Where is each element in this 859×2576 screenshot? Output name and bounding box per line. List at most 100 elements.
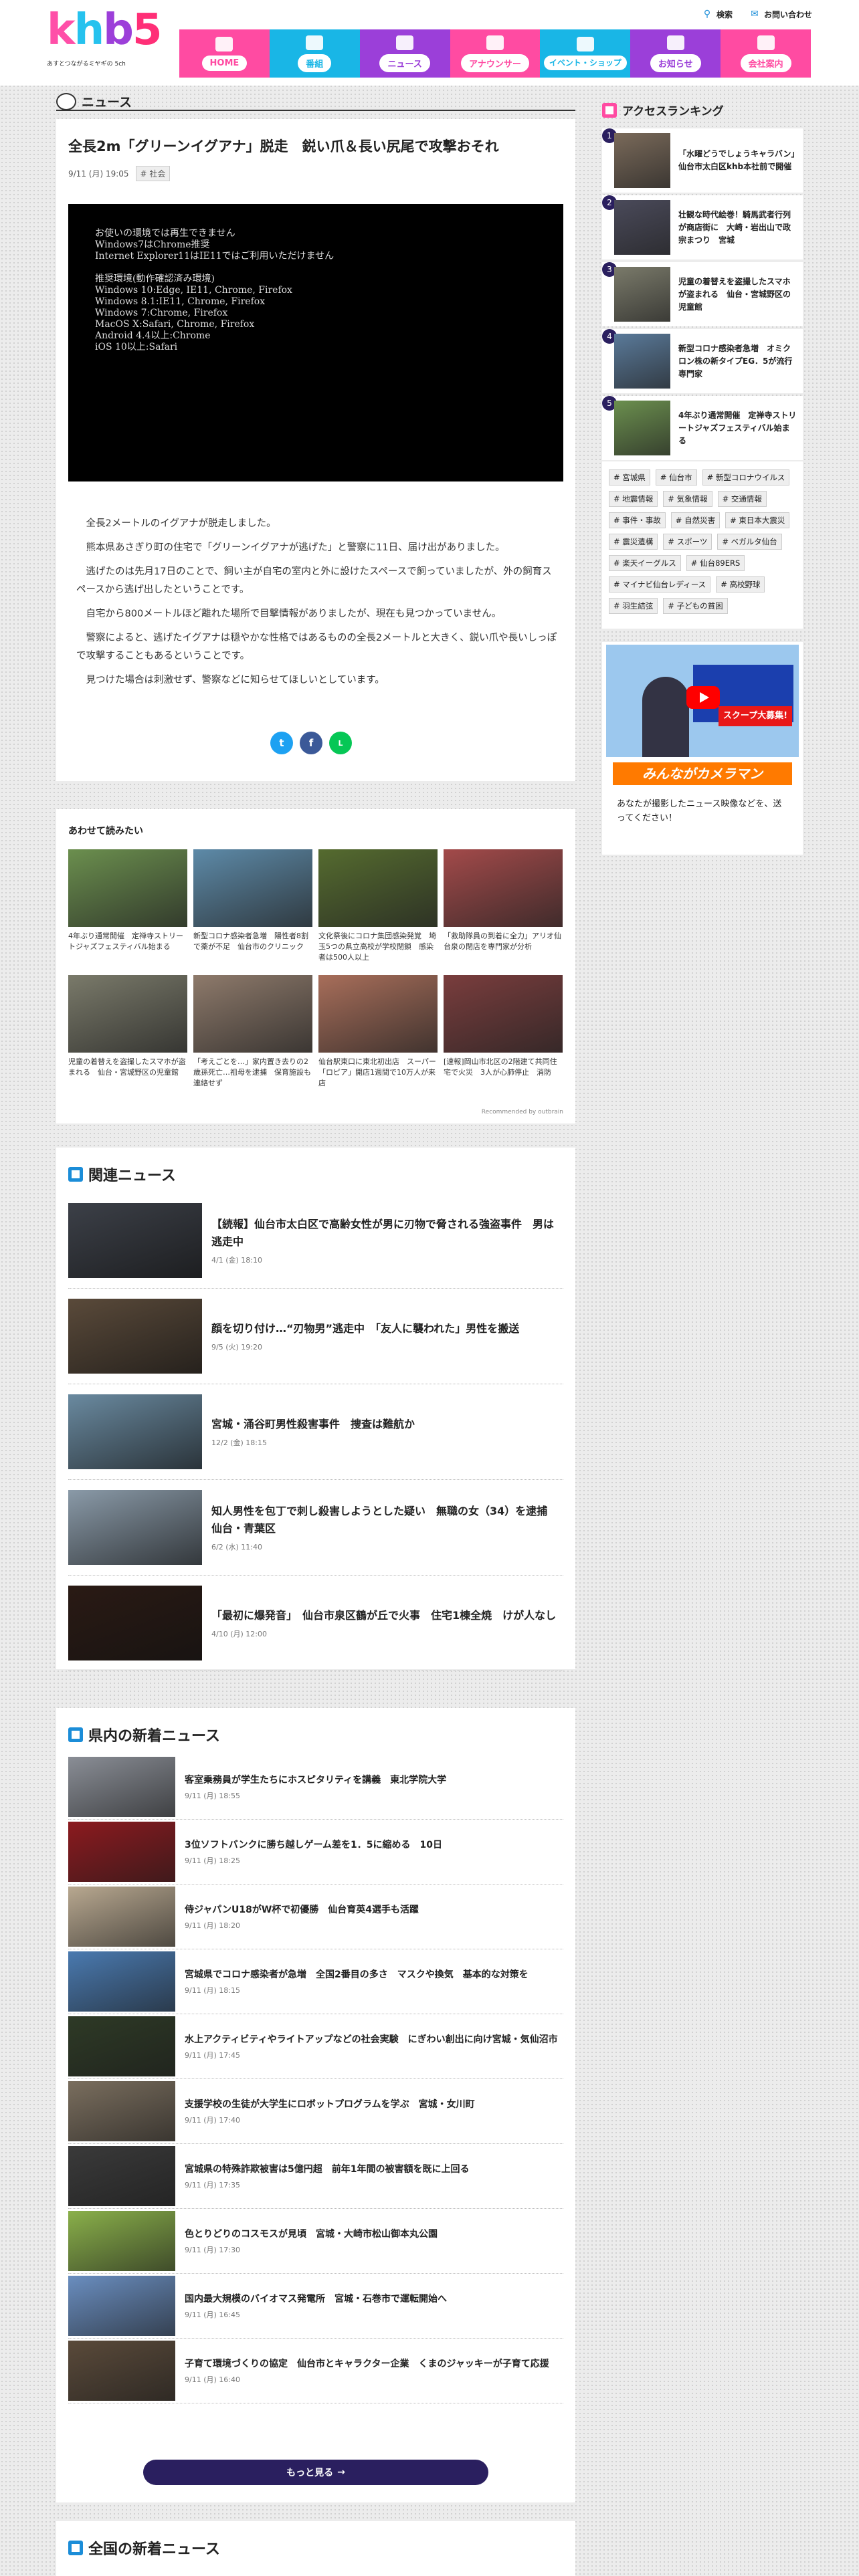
tag-chip[interactable]: # 気象情報 (663, 491, 712, 507)
related-row[interactable]: 知人男性を包丁で刺し殺害しようとした疑い 無職の女（34）を逮捕 仙台・青葉区 6… (68, 1480, 563, 1576)
recommend-item[interactable]: 「救助隊員の到着に全力」アリオ仙台泉の閉店を専門家が分析 (444, 849, 563, 964)
related-thumbnail[interactable] (68, 1299, 202, 1374)
related-headline[interactable]: 「最初に爆発音」 仙台市泉区鶴が丘で火事 住宅1棟全焼 けが人なし (211, 1607, 556, 1624)
local-row[interactable]: 3位ソフトバンクに勝ち越しゲーム差を1．5に縮める 10日 9/11 (月) 18… (68, 1820, 563, 1885)
recommend-caption[interactable]: 新型コロナ感染者急増 陽性者8割で薬が不足 仙台市のクリニック (193, 931, 312, 964)
local-row[interactable]: 支援学校の生徒が大学生にロボットプログラムを学ぶ 宮城・女川町 9/11 (月) … (68, 2079, 563, 2144)
recommend-item[interactable]: 児童の着替えを盗撮したスマホが盗まれる 仙台・宮城野区の児童館 (68, 975, 187, 1090)
ranking-headline[interactable]: 壮観な時代絵巻！騎馬武者行列が商店街に 大崎・岩出山で政宗まつり 宮城 (678, 209, 797, 247)
tag-chip[interactable]: # 宮城県 (609, 469, 650, 486)
youtube-thumbnail[interactable]: スクープ大募集! (606, 645, 799, 757)
tag-chip[interactable]: # 地震情報 (609, 491, 658, 507)
ranking-item[interactable]: 2 壮観な時代絵巻！騎馬武者行列が商店街に 大崎・岩出山で政宗まつり 宮城 (602, 195, 803, 259)
ranking-headline[interactable]: 新型コロナ感染者急増 オミクロン株の新タイプEG．5が流行 専門家 (678, 342, 800, 381)
local-row[interactable]: 客室乗務員が学生たちにホスピタリティを講義 東北学院大学 9/11 (月) 18:… (68, 1755, 563, 1820)
ranking-item[interactable]: 5 4年ぶり通常開催 定禅寺ストリートジャズフェスティバル始まる (602, 396, 803, 460)
recommend-item[interactable]: 新型コロナ感染者急増 陽性者8割で薬が不足 仙台市のクリニック (193, 849, 312, 964)
tag-chip[interactable]: # 仙台市 (655, 469, 697, 486)
play-icon[interactable] (686, 686, 720, 709)
tag-chip[interactable]: # マイナビ仙台レディース (609, 576, 711, 593)
recommend-item[interactable]: 「考えごとを…」家内置き去りの2歳孫死亡…祖母を逮捕 保育施設も連絡せず (193, 975, 312, 1090)
local-headline[interactable]: 子育て環境づくりの協定 仙台市とキャラクター企業 くまのジャッキーが子育て応援 (185, 2357, 549, 2371)
recommend-thumbnail[interactable] (318, 975, 438, 1053)
tag-chip[interactable]: # 仙台89ERS (686, 555, 745, 571)
tag-chip[interactable]: # 事件・事故 (609, 512, 666, 528)
local-thumbnail[interactable] (68, 2081, 175, 2141)
ranking-headline[interactable]: 「水曜どうでしょうキャラバン」仙台市太白区khb本社前で開催 (678, 148, 797, 173)
related-headline[interactable]: 宮城・涌谷町男性殺害事件 捜査は難航か (211, 1416, 415, 1433)
related-thumbnail[interactable] (68, 1394, 202, 1469)
related-headline[interactable]: 【続報】仙台市太白区で高齢女性が男に刃物で脅される強盗事件 男は逃走中 (211, 1216, 563, 1251)
recommend-thumbnail[interactable] (193, 849, 312, 927)
local-headline[interactable]: 客室乗務員が学生たちにホスピタリティを講義 東北学院大学 (185, 1773, 446, 1788)
ranking-thumbnail[interactable] (614, 133, 670, 188)
nav-item-3[interactable]: ニュース (359, 29, 450, 78)
tag-chip[interactable]: # 子どもの貧困 (663, 598, 728, 614)
nav-item-1[interactable]: HOME (179, 29, 270, 78)
local-row[interactable]: 国内最大規模のバイオマス発電所 宮城・石巻市で運転開始へ 9/11 (月) 16:… (68, 2274, 563, 2339)
contact-link[interactable]: ✉ お問い合わせ (749, 8, 812, 20)
minna-camera-banner[interactable]: みんながカメラマン (613, 762, 792, 785)
recommend-caption[interactable]: 文化祭後にコロナ集団感染発覚 埼玉5つの県立高校が学校閉鎖 感染者は500人以上 (318, 931, 438, 964)
related-headline[interactable]: 顔を切り付け…“刃物男”逃走中 「友人に襲われた」男性を搬送 (211, 1320, 519, 1337)
tag-chip[interactable]: # 震災遺構 (609, 534, 658, 550)
recommend-thumbnail[interactable] (444, 975, 563, 1053)
ranking-headline[interactable]: 児童の着替えを盗撮したスマホが盗まれる 仙台・宮城野区の児童館 (678, 276, 797, 314)
local-row[interactable]: 侍ジャパンU18がW杯で初優勝 仙台育英4選手も活躍 9/11 (月) 18:20 (68, 1885, 563, 1949)
facebook-share-button[interactable]: f (300, 732, 322, 754)
search-link[interactable]: ⚲ 検索 (701, 8, 733, 20)
related-thumbnail[interactable] (68, 1203, 202, 1278)
tag-chip[interactable]: # ベガルタ仙台 (717, 534, 782, 550)
tag-chip[interactable]: # 楽天イーグルス (609, 555, 681, 571)
local-headline[interactable]: 水上アクティビティやライトアップなどの社会実験 にぎわい創出に向け宮城・気仙沼市 (185, 2032, 558, 2047)
related-row[interactable]: 宮城・涌谷町男性殺害事件 捜査は難航か 12/2 (金) 18:15 (68, 1384, 563, 1480)
nav-item-7[interactable]: 会社案内 (721, 29, 812, 78)
recommend-thumbnail[interactable] (68, 849, 187, 927)
local-thumbnail[interactable] (68, 1887, 175, 1947)
ranking-thumbnail[interactable] (614, 334, 670, 389)
related-thumbnail[interactable] (68, 1586, 202, 1660)
local-headline[interactable]: 支援学校の生徒が大学生にロボットプログラムを学ぶ 宮城・女川町 (185, 2097, 475, 2112)
recommend-thumbnail[interactable] (68, 975, 187, 1053)
related-thumbnail[interactable] (68, 1490, 202, 1565)
local-headline[interactable]: 宮城県でコロナ感染者が急増 全国2番目の多さ マスクや換気 基本的な対策を (185, 1967, 529, 1982)
nav-item-6[interactable]: お知らせ (630, 29, 721, 78)
related-row[interactable]: 「最初に爆発音」 仙台市泉区鶴が丘で火事 住宅1棟全焼 けが人なし 4/10 (月… (68, 1576, 563, 1671)
local-headline[interactable]: 色とりどりのコスモスが見頃 宮城・大崎市松山御本丸公園 (185, 2227, 438, 2242)
local-thumbnail[interactable] (68, 1822, 175, 1882)
local-thumbnail[interactable] (68, 2341, 175, 2401)
local-row[interactable]: 宮城県の特殊詐欺被害は5億円超 前年1年間の被害額を既に上回る 9/11 (月) … (68, 2144, 563, 2209)
ranking-item[interactable]: 4 新型コロナ感染者急増 オミクロン株の新タイプEG．5が流行 専門家 (602, 329, 803, 393)
ranking-thumbnail[interactable] (614, 267, 670, 322)
ranking-headline[interactable]: 4年ぶり通常開催 定禅寺ストリートジャズフェスティバル始まる (678, 409, 797, 447)
recommend-caption[interactable]: [速報]岡山市北区の2階建て共同住宅で火災 3人が心肺停止 消防 (444, 1057, 563, 1090)
article-tag[interactable]: # 社会 (135, 166, 171, 181)
local-thumbnail[interactable] (68, 2016, 175, 2076)
recommend-item[interactable]: [速報]岡山市北区の2階建て共同住宅で火災 3人が心肺停止 消防 (444, 975, 563, 1090)
tag-chip[interactable]: # 東日本大震災 (725, 512, 790, 528)
line-share-button[interactable]: L (329, 732, 352, 754)
tag-chip[interactable]: # 交通情報 (717, 491, 767, 507)
local-thumbnail[interactable] (68, 2146, 175, 2206)
local-row[interactable]: 宮城県でコロナ感染者が急増 全国2番目の多さ マスクや換気 基本的な対策を 9/1… (68, 1949, 563, 2014)
outbrain-credit[interactable]: Recommended by outbrain (482, 1109, 563, 1115)
tag-chip[interactable]: # スポーツ (663, 534, 712, 550)
nav-item-5[interactable]: イベント・ショップ (540, 29, 631, 78)
local-row[interactable]: 子育て環境づくりの協定 仙台市とキャラクター企業 くまのジャッキーが子育て応援 9… (68, 2339, 563, 2403)
local-headline[interactable]: 侍ジャパンU18がW杯で初優勝 仙台育英4選手も活躍 (185, 1903, 419, 1917)
ranking-item[interactable]: 1 「水曜どうでしょうキャラバン」仙台市太白区khb本社前で開催 (602, 128, 803, 193)
local-thumbnail[interactable] (68, 2276, 175, 2336)
recommend-caption[interactable]: 仙台駅東口に東北初出店 スーパー「ロピア」開店1週間で10万人が来店 (318, 1057, 438, 1090)
recommend-thumbnail[interactable] (318, 849, 438, 927)
recommend-item[interactable]: 4年ぶり通常開催 定禅寺ストリートジャズフェスティバル始まる (68, 849, 187, 964)
recommend-caption[interactable]: 「考えごとを…」家内置き去りの2歳孫死亡…祖母を逮捕 保育施設も連絡せず (193, 1057, 312, 1090)
recommend-thumbnail[interactable] (444, 849, 563, 927)
local-thumbnail[interactable] (68, 2211, 175, 2271)
tag-chip[interactable]: # 自然災害 (670, 512, 721, 528)
local-headline[interactable]: 国内最大規模のバイオマス発電所 宮城・石巻市で運転開始へ (185, 2292, 447, 2306)
related-row[interactable]: 【続報】仙台市太白区で高齢女性が男に刃物で脅される強盗事件 男は逃走中 4/1 (… (68, 1193, 563, 1289)
ranking-thumbnail[interactable] (614, 401, 670, 455)
video-player[interactable]: お使いの環境では再生できません Windows7はChrome推奨 Internet… (68, 204, 563, 481)
tag-chip[interactable]: # 高校野球 (716, 576, 765, 593)
twitter-share-button[interactable]: t (270, 732, 293, 754)
